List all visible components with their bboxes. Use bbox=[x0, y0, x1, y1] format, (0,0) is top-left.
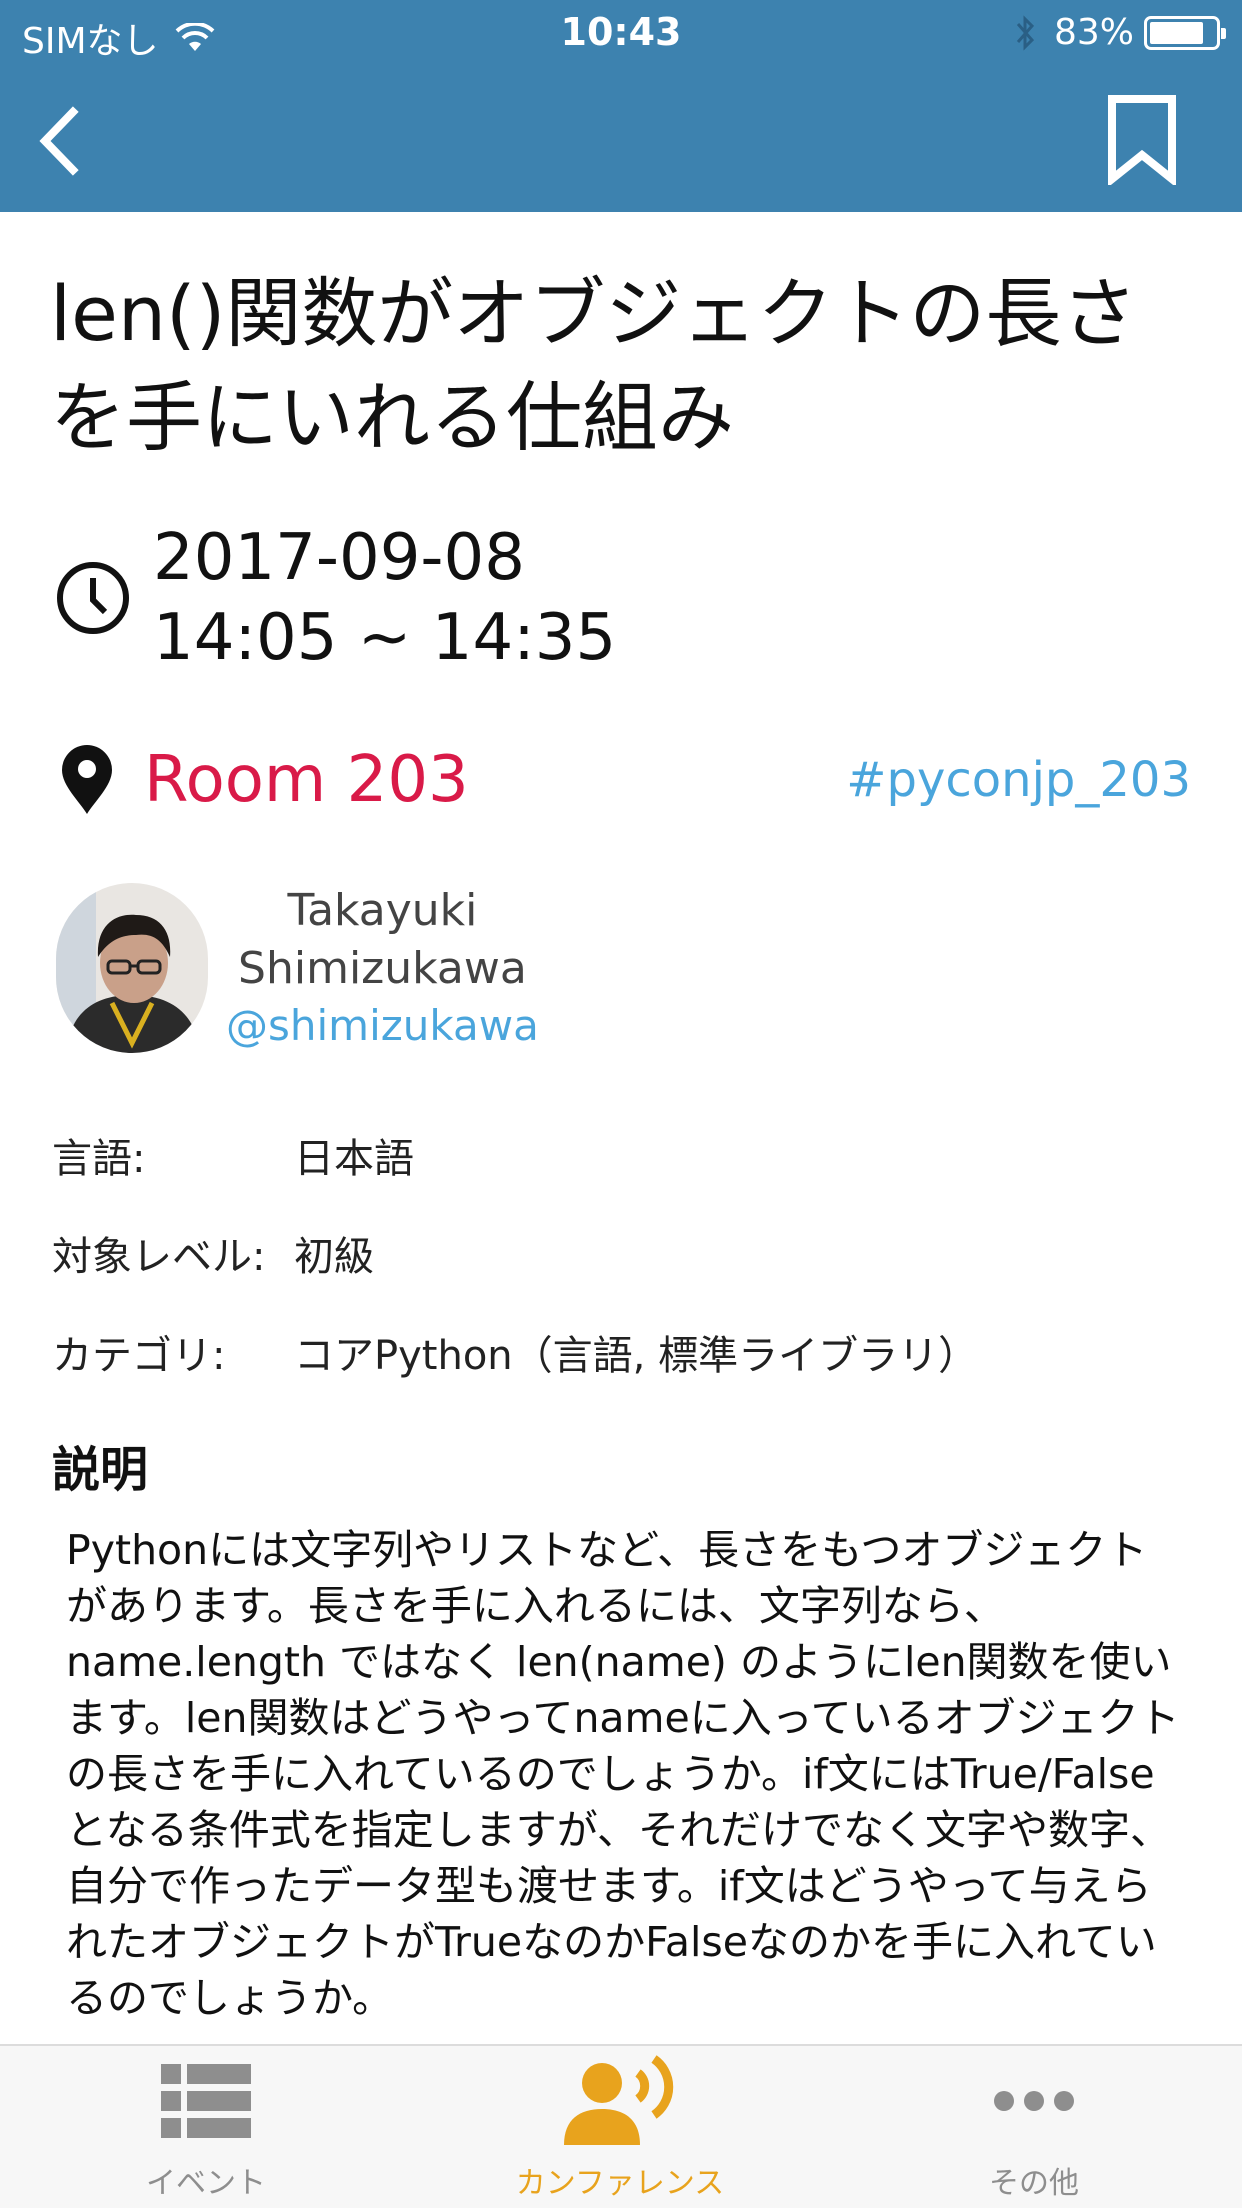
detail-row-category: カテゴリ: コアPython（言語, 標準ライブラリ） bbox=[52, 1323, 978, 1381]
tab-other[interactable]: その他 bbox=[884, 2046, 1184, 2208]
battery-percent: 83% bbox=[1053, 12, 1134, 53]
hashtag-link[interactable]: #pyconjp_203 bbox=[846, 752, 1191, 808]
detail-row-language: 言語: 日本語 bbox=[52, 1126, 414, 1184]
tab-icon-wrap bbox=[562, 2046, 678, 2156]
header: SIMなし 10:43 83% bbox=[0, 0, 1242, 212]
speaker-photo bbox=[56, 883, 208, 1053]
detail-label: カテゴリ: bbox=[52, 1333, 226, 1379]
tab-events[interactable]: イベント bbox=[56, 2046, 356, 2208]
bookmark-icon bbox=[1108, 95, 1176, 185]
detail-label: 対象レベル: bbox=[52, 1234, 266, 1280]
chevron-left-icon bbox=[39, 106, 79, 176]
room-row: Room 203 #pyconjp_203 bbox=[58, 735, 1191, 825]
tab-icon-wrap bbox=[161, 2046, 251, 2156]
tab-label: カンファレンス bbox=[515, 2166, 725, 2201]
speaker-first-name: Takayuki bbox=[287, 885, 478, 936]
avatar[interactable] bbox=[56, 883, 208, 1053]
speaker[interactable]: Takayuki Shimizukawa @shimizukawa bbox=[56, 882, 539, 1054]
session-date: 2017-09-08 bbox=[153, 521, 525, 595]
detail-row-level: 対象レベル: 初級 bbox=[52, 1224, 374, 1282]
speaker-last-name: Shimizukawa bbox=[238, 943, 527, 994]
status-bar: SIMなし 10:43 83% bbox=[0, 0, 1242, 66]
detail-value: 日本語 bbox=[294, 1136, 414, 1182]
clock-icon bbox=[57, 562, 129, 634]
location-pin-icon bbox=[62, 745, 112, 814]
detail-label: 言語: bbox=[52, 1136, 146, 1182]
detail-value: 初級 bbox=[294, 1234, 374, 1280]
speaker-twitter-handle[interactable]: @shimizukawa bbox=[226, 998, 539, 1054]
tab-conference[interactable]: カンファレンス bbox=[470, 2046, 770, 2208]
speaker-icon bbox=[564, 2055, 674, 2145]
room-name: Room 203 bbox=[144, 743, 469, 817]
detail-value: コアPython（言語, 標準ライブラリ） bbox=[294, 1333, 979, 1379]
bookmark-button[interactable] bbox=[1102, 90, 1182, 190]
back-button[interactable] bbox=[18, 96, 98, 186]
status-right-group: 83% bbox=[1014, 12, 1226, 53]
bluetooth-icon bbox=[1016, 14, 1035, 51]
tab-bar: イベント カンファレンス その他 bbox=[0, 2044, 1242, 2208]
speaker-info: Takayuki Shimizukawa @shimizukawa bbox=[226, 882, 539, 1054]
session-datetime: 2017-09-08 14:05 ~ 14:35 bbox=[55, 518, 616, 678]
battery-icon bbox=[1144, 15, 1226, 50]
nav-bar bbox=[0, 70, 1242, 212]
session-time: 14:05 ~ 14:35 bbox=[153, 601, 617, 675]
tab-label: その他 bbox=[989, 2166, 1079, 2201]
description-heading: 説明 bbox=[52, 1442, 149, 1498]
tab-label: イベント bbox=[146, 2166, 266, 2201]
battery-level bbox=[1150, 21, 1204, 44]
datetime-text: 2017-09-08 14:05 ~ 14:35 bbox=[153, 518, 616, 678]
list-icon bbox=[161, 2064, 251, 2138]
tab-icon-wrap bbox=[992, 2046, 1076, 2156]
session-title: len()関数がオブジェクトの長さを手にいれる仕組み bbox=[50, 269, 1138, 462]
description-body: Pythonには文字列やリストなど、長さをもつオブジェクトがあります。長さを手に… bbox=[66, 1526, 1180, 2022]
more-icon bbox=[994, 2091, 1074, 2111]
